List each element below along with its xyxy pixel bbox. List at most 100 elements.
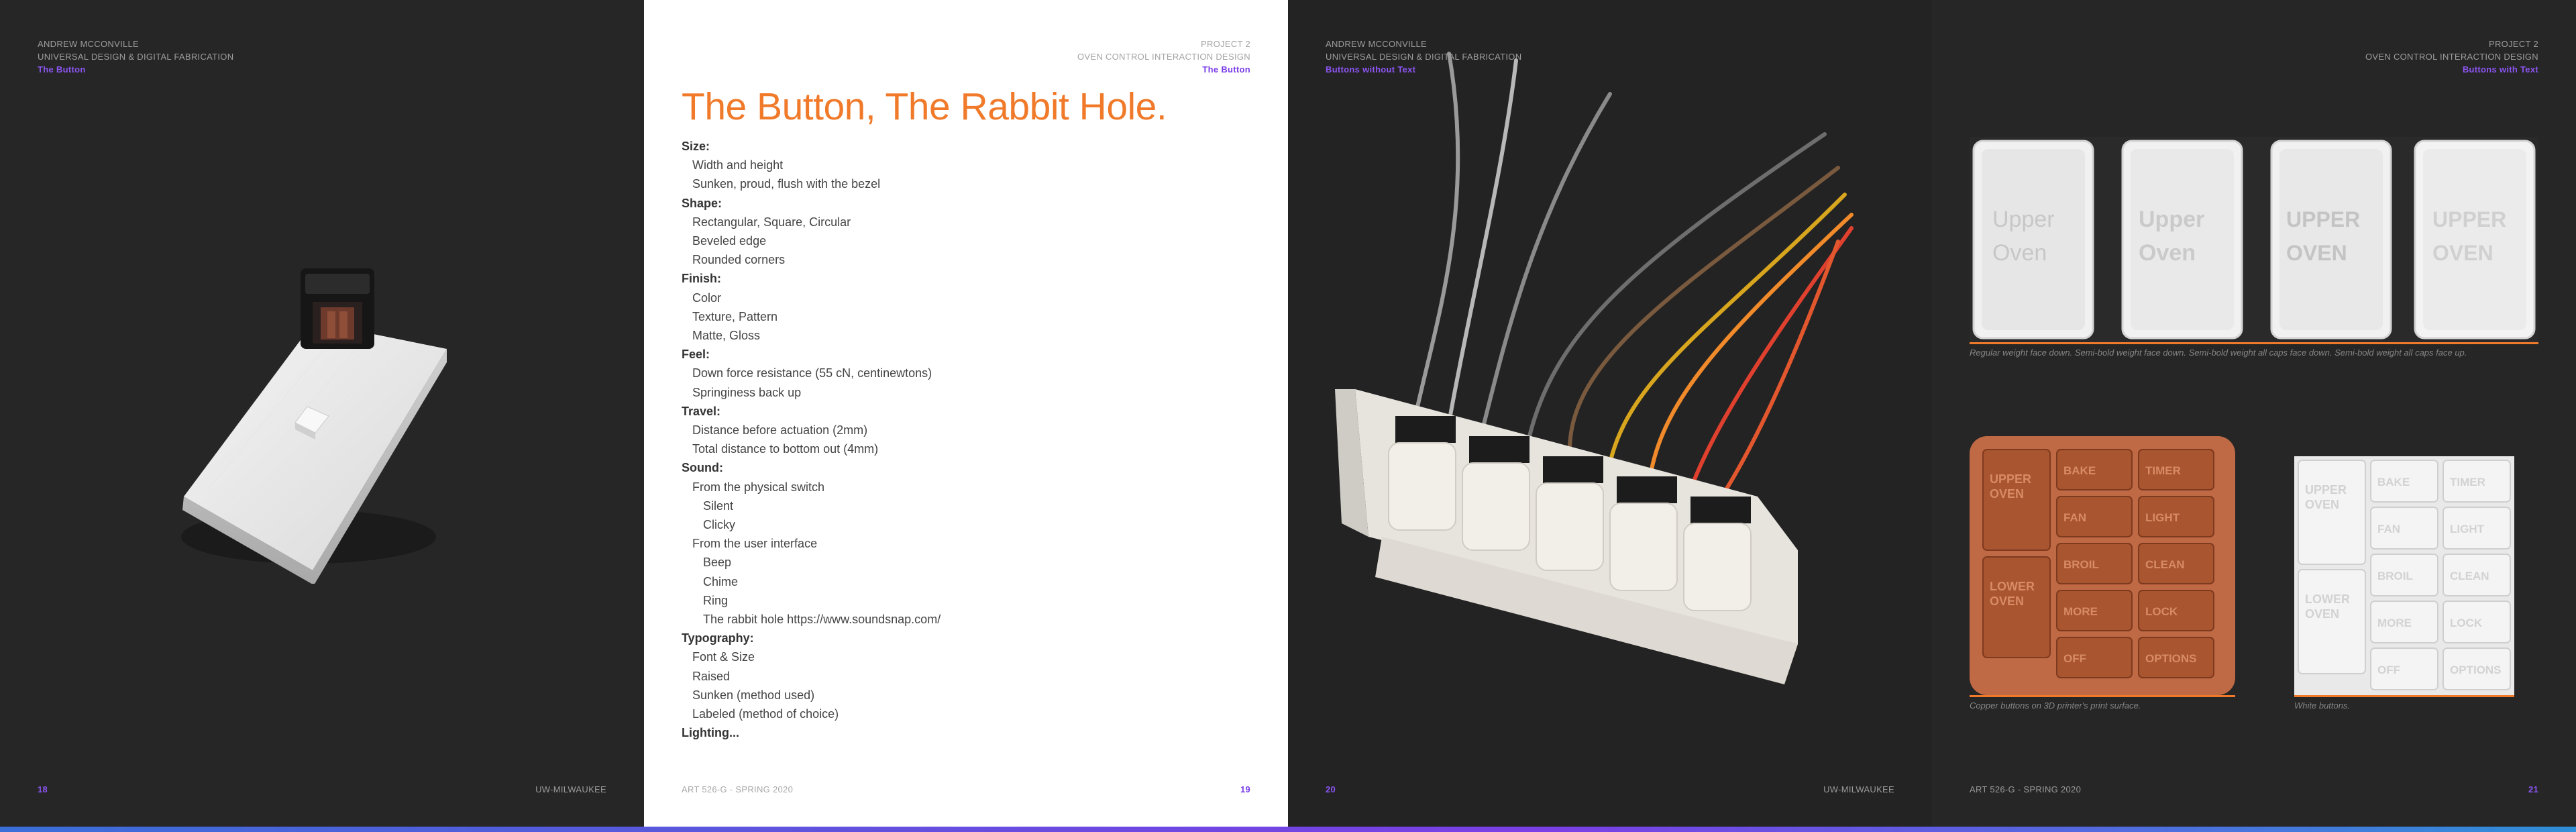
svg-text:OVEN: OVEN: [1990, 594, 2024, 608]
keycap-label-line2: OVEN: [2432, 241, 2493, 265]
outline-item: Texture, Pattern: [692, 309, 778, 323]
panel-key: OPTIONS: [2138, 637, 2214, 678]
outline-item: Width and height: [692, 158, 784, 172]
white-buttons-photo: UPPER OVEN LOWER OVEN BAKE TIMER FAN LIGHT BROIL…: [2294, 456, 2514, 695]
footer-course: ART 526-G - SPRING 2020: [1970, 784, 2082, 794]
keycap-label-line1: Upper: [2139, 207, 2204, 232]
svg-text:OVEN: OVEN: [2305, 498, 2339, 511]
outline-category: Shape:: [682, 196, 722, 210]
outline-item: Raised: [692, 669, 731, 683]
panel-key: LIGHT: [2138, 496, 2214, 537]
outline-item: Matte, Gloss: [692, 329, 761, 343]
keycap-caps-face-up: UPPER OVEN: [2414, 140, 2536, 340]
outline-item: From the user interface: [692, 537, 818, 551]
svg-text:BAKE: BAKE: [2063, 464, 2096, 477]
outline-item: Sunken, proud, flush with the bezel: [692, 177, 881, 191]
outline-item: Ring: [703, 593, 729, 607]
outline-item: Color: [692, 291, 722, 305]
outline-category: Finish:: [682, 272, 721, 286]
panel-key: OFF: [2370, 647, 2438, 690]
project-label: PROJECT 2: [1201, 39, 1250, 49]
footer-university: UW-MILWAUKEE: [535, 784, 606, 794]
svg-text:OVEN: OVEN: [1990, 487, 2024, 501]
outline-item: The rabbit hole https://www.soundsnap.co…: [703, 613, 941, 627]
svg-text:OFF: OFF: [2377, 664, 2400, 676]
svg-text:FAN: FAN: [2063, 511, 2086, 524]
section-subtitle: Buttons with Text: [2462, 64, 2538, 74]
white-photo-rule: [2294, 695, 2514, 697]
keycap-label-line1: UPPER: [2286, 207, 2360, 231]
outline-item: Sunken (method used): [692, 688, 815, 702]
page-number: 19: [1240, 784, 1250, 794]
svg-text:LIGHT: LIGHT: [2145, 511, 2180, 524]
outline-category: Sound:: [682, 461, 723, 475]
panel-key: OPTIONS: [2443, 647, 2511, 690]
outline-item: Labeled (method of choice): [692, 707, 839, 721]
panel-key: LOCK: [2138, 590, 2214, 631]
panel-key: FAN: [2370, 507, 2438, 550]
panel-key: FAN: [2056, 496, 2133, 537]
author-name: ANDREW MCCONVILLE: [38, 39, 140, 49]
panel-key: TIMER: [2138, 449, 2214, 490]
wired-button-array-photo: [1335, 52, 1854, 684]
outline-item: Down force resistance (55 cN, centinewto…: [692, 366, 932, 380]
outline-item: Font & Size: [692, 650, 755, 664]
svg-text:MORE: MORE: [2063, 605, 2098, 618]
panel-key-tall: UPPEROVEN: [2298, 460, 2366, 565]
keycap-label-line1: Upper: [1992, 207, 2055, 232]
footer-university: UW-MILWAUKEE: [1823, 784, 1894, 794]
page-19-header: PROJECT 2 OVEN CONTROL INTERACTION DESIG…: [1077, 38, 1250, 76]
outline-item: Chime: [703, 574, 739, 588]
svg-text:LOWER: LOWER: [1990, 580, 2035, 593]
panel-key-tall: UPPEROVEN: [1982, 449, 2051, 551]
svg-text:OPTIONS: OPTIONS: [2145, 652, 2197, 665]
project-label: PROJECT 2: [2489, 39, 2538, 49]
keycap-caption: Regular weight face down. Semi-bold weig…: [1970, 348, 2467, 358]
outline-item: Clicky: [703, 518, 735, 532]
panel-key: CLEAN: [2443, 554, 2511, 596]
svg-text:LIGHT: LIGHT: [2450, 523, 2485, 535]
outline-item: From the physical switch: [692, 480, 825, 494]
outline-item: Total distance to bottom out (4mm): [692, 442, 879, 456]
svg-text:FAN: FAN: [2377, 523, 2400, 535]
page-number: 20: [1326, 784, 1336, 794]
page-heading: The Button, The Rabbit Hole.: [682, 85, 1167, 128]
panel-key: MORE: [2370, 601, 2438, 643]
svg-text:CLEAN: CLEAN: [2450, 570, 2489, 582]
svg-text:BROIL: BROIL: [2377, 570, 2413, 582]
panel-key: BAKE: [2056, 449, 2133, 490]
section-subtitle: The Button: [1202, 64, 1250, 74]
panel-key: LOCK: [2443, 601, 2511, 643]
outline-category: Typography:: [682, 631, 754, 645]
page-19: PROJECT 2 OVEN CONTROL INTERACTION DESIG…: [644, 0, 1288, 827]
keycap-photo-rule: [1970, 342, 2538, 344]
keycap-label-line2: Oven: [1992, 240, 2047, 266]
panel-key: LIGHT: [2443, 507, 2511, 550]
outline-item: Beep: [703, 556, 732, 570]
keycap-caps-face-down: UPPER OVEN: [2270, 140, 2392, 340]
keycap-typography-photo: Upper Oven Upper Oven UPPER OVEN UPPER O…: [1970, 137, 2538, 342]
svg-text:BROIL: BROIL: [2063, 558, 2099, 571]
outline-category: Size:: [682, 140, 710, 153]
outline-category: Feel:: [682, 348, 710, 362]
keycap-label-line1: UPPER: [2432, 207, 2506, 231]
page-number: 18: [38, 784, 48, 794]
outline-item: Silent: [703, 499, 734, 513]
white-caption: White buttons.: [2294, 700, 2351, 711]
section-subtitle: The Button: [38, 64, 86, 74]
svg-text:LOCK: LOCK: [2450, 617, 2483, 629]
panel-key: BAKE: [2370, 460, 2438, 503]
panel-key: TIMER: [2443, 460, 2511, 503]
project-title: OVEN CONTROL INTERACTION DESIGN: [1077, 52, 1250, 62]
svg-text:TIMER: TIMER: [2145, 464, 2181, 477]
panel-key: MORE: [2056, 590, 2133, 631]
copper-photo-rule: [1970, 695, 2235, 697]
keycap-label-line2: OVEN: [2286, 241, 2347, 265]
svg-text:TIMER: TIMER: [2450, 476, 2485, 488]
page-number: 21: [2528, 784, 2538, 794]
outline-item: Rounded corners: [692, 253, 786, 267]
svg-text:OFF: OFF: [2063, 652, 2086, 665]
panel-key-tall: LOWEROVEN: [1982, 556, 2051, 658]
outline-item: Beveled edge: [692, 234, 767, 248]
outline-item: Distance before actuation (2mm): [692, 423, 868, 437]
